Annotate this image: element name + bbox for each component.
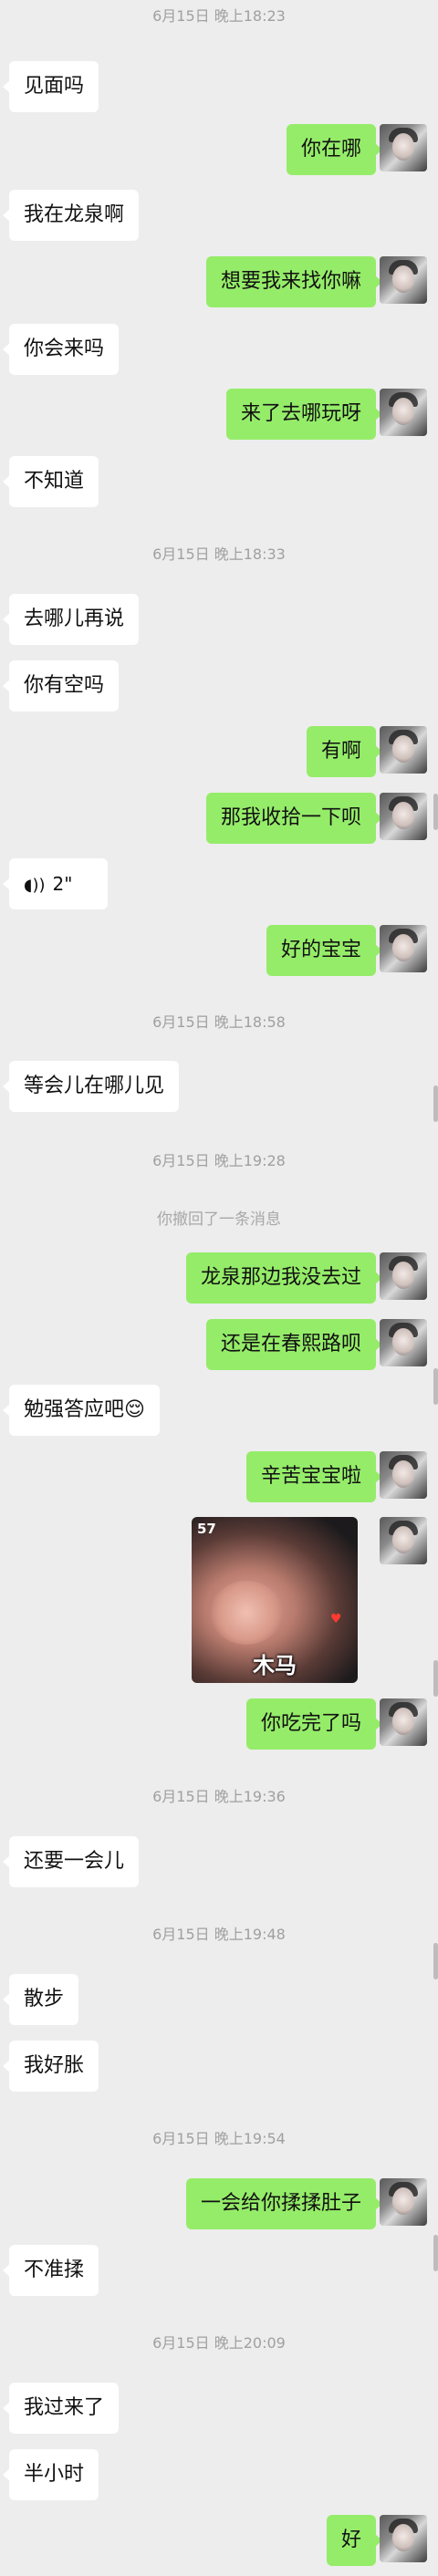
timestamp: 6月15日 晚上19:28 xyxy=(152,1152,286,1169)
scroll-indicator[interactable] xyxy=(433,1085,438,1122)
timestamp: 6月15日 晚上19:36 xyxy=(152,1788,286,1805)
incoming-message[interactable]: 你有空吗 xyxy=(2,660,120,712)
outgoing-message[interactable]: 一会给你揉揉肚子 xyxy=(185,2178,383,2229)
timestamp: 6月15日 晚上19:48 xyxy=(152,1926,286,1943)
avatar[interactable] xyxy=(380,389,427,436)
avatar[interactable] xyxy=(380,124,427,171)
incoming-message[interactable]: 等会儿在哪儿见 xyxy=(2,1061,180,1112)
scroll-indicator[interactable] xyxy=(433,1943,438,1979)
timestamp: 6月15日 晚上18:23 xyxy=(152,7,286,25)
voice-wave-icon: ◖)) xyxy=(24,876,46,895)
outgoing-message[interactable]: 你在哪 xyxy=(286,124,383,175)
scroll-indicator[interactable] xyxy=(433,794,438,830)
avatar[interactable] xyxy=(380,1319,427,1366)
incoming-message[interactable]: 我在龙泉啊 xyxy=(2,190,140,241)
voice-message[interactable]: ◖)) 2" xyxy=(3,858,108,909)
incoming-message[interactable]: 勉强答应吧😌 xyxy=(3,1385,160,1436)
incoming-message[interactable]: 半小时 xyxy=(2,2449,99,2500)
incoming-message[interactable]: 我好胀 xyxy=(2,2041,99,2092)
outgoing-message[interactable]: 好 xyxy=(326,2515,383,2566)
chat-feed[interactable]: 6月15日 晚上18:23 见面吗 你在哪 我在龙泉啊 想要我来找你嘛 你会来吗… xyxy=(0,0,438,2576)
avatar[interactable] xyxy=(380,1252,427,1300)
incoming-message[interactable]: 我过来了 xyxy=(2,2383,120,2434)
outgoing-message[interactable]: 辛苦宝宝啦 xyxy=(245,1451,383,1502)
timestamp: 6月15日 晚上18:58 xyxy=(152,1013,286,1031)
avatar[interactable] xyxy=(380,2178,427,2226)
avatar[interactable] xyxy=(380,1517,427,1564)
outgoing-message[interactable]: 你吃完了吗 xyxy=(245,1698,383,1750)
scroll-indicator[interactable] xyxy=(433,1660,438,1697)
avatar[interactable] xyxy=(380,2515,427,2562)
outgoing-message[interactable]: 有啊 xyxy=(306,726,383,777)
outgoing-message[interactable]: 想要我来找你嘛 xyxy=(205,256,383,307)
sticker-caption: 木马 xyxy=(253,1653,297,1678)
incoming-message[interactable]: 不准揉 xyxy=(2,2245,99,2296)
incoming-message[interactable]: 见面吗 xyxy=(2,61,99,112)
avatar[interactable] xyxy=(380,1698,427,1746)
incoming-message[interactable]: 不知道 xyxy=(2,456,99,507)
heart-icon: ♥ xyxy=(330,1612,342,1626)
outgoing-message[interactable]: 好的宝宝 xyxy=(266,925,383,976)
incoming-message[interactable]: 你会来吗 xyxy=(2,324,120,375)
scroll-indicator[interactable] xyxy=(433,2235,438,2271)
avatar[interactable] xyxy=(380,793,427,840)
outgoing-message[interactable]: 龙泉那边我没去过 xyxy=(185,1252,383,1304)
recall-notice: 你撤回了一条消息 xyxy=(157,1210,281,1229)
avatar[interactable] xyxy=(380,925,427,972)
sticker-number: 57 xyxy=(197,1521,216,1537)
outgoing-message[interactable]: 来了去哪玩呀 xyxy=(225,389,383,440)
timestamp: 6月15日 晚上19:54 xyxy=(152,2130,286,2147)
voice-duration: 2" xyxy=(52,873,73,895)
incoming-message[interactable]: 去哪儿再说 xyxy=(2,594,140,645)
sticker-image[interactable]: 57 ♥ 木马 xyxy=(192,1517,358,1683)
incoming-message[interactable]: 散步 xyxy=(2,1974,79,2025)
avatar[interactable] xyxy=(380,726,427,774)
outgoing-message[interactable]: 还是在春熙路呗 xyxy=(205,1319,383,1370)
incoming-message[interactable]: 还要一会儿 xyxy=(2,1836,140,1887)
scroll-indicator[interactable] xyxy=(433,1368,438,1405)
timestamp: 6月15日 晚上18:33 xyxy=(152,545,286,563)
outgoing-message[interactable]: 那我收拾一下呗 xyxy=(205,793,383,844)
timestamp: 6月15日 晚上20:09 xyxy=(152,2334,286,2352)
avatar[interactable] xyxy=(380,1451,427,1499)
avatar[interactable] xyxy=(380,256,427,304)
